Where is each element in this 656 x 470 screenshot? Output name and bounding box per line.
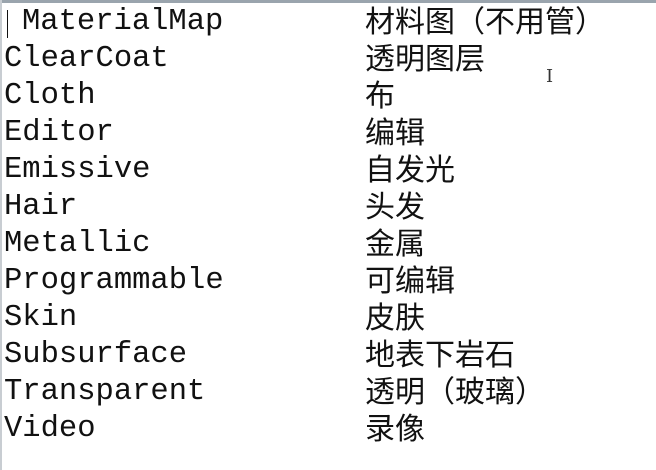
line-translation: 皮肤	[365, 301, 425, 336]
line-key: Metallic	[4, 227, 151, 261]
line-key: Video	[4, 412, 96, 446]
text-line[interactable]: Cloth 布	[4, 78, 654, 115]
text-line[interactable]: Metallic 金属	[4, 226, 654, 263]
text-line[interactable]: Editor 编辑	[4, 115, 654, 152]
line-key: Editor	[4, 116, 114, 150]
text-line[interactable]: Emissive 自发光	[4, 152, 654, 189]
text-line[interactable]: Programmable 可编辑	[4, 263, 654, 300]
text-cursor-icon: I	[546, 66, 554, 87]
text-line[interactable]: Skin 皮肤	[4, 300, 654, 337]
text-line[interactable]: ClearCoat 透明图层	[4, 41, 654, 78]
text-line[interactable]: Transparent 透明（玻璃）	[4, 374, 654, 411]
line-translation: 录像	[365, 412, 425, 447]
line-key: Cloth	[4, 79, 96, 113]
line-key: Emissive	[4, 153, 151, 187]
text-caret	[7, 10, 8, 38]
line-translation: 地表下岩石	[365, 338, 515, 373]
text-line[interactable]: Subsurface 地表下岩石	[4, 337, 654, 374]
window-left-border	[0, 0, 2, 470]
line-translation: 透明图层	[365, 42, 485, 77]
line-translation: 金属	[365, 227, 425, 262]
line-translation: 编辑	[365, 116, 425, 151]
line-key: MaterialMap	[22, 5, 224, 39]
line-translation: 布	[365, 79, 395, 114]
line-key: Subsurface	[4, 338, 188, 372]
line-translation: 透明（玻璃）	[365, 375, 545, 410]
line-key: ClearCoat	[4, 42, 169, 76]
line-translation: 材料图（不用管）	[365, 5, 605, 40]
line-key: Hair	[4, 190, 78, 224]
text-line[interactable]: Hair 头发	[4, 189, 654, 226]
line-key: Transparent	[4, 375, 206, 409]
line-translation: 头发	[365, 190, 425, 225]
line-translation: 可编辑	[365, 264, 455, 299]
line-key: Skin	[4, 301, 78, 335]
line-key: Programmable	[4, 264, 224, 298]
text-line[interactable]: MaterialMap 材料图（不用管）	[4, 4, 654, 41]
text-line[interactable]: Video 录像	[4, 411, 654, 448]
line-translation: 自发光	[365, 153, 455, 188]
window-top-border	[0, 0, 656, 3]
